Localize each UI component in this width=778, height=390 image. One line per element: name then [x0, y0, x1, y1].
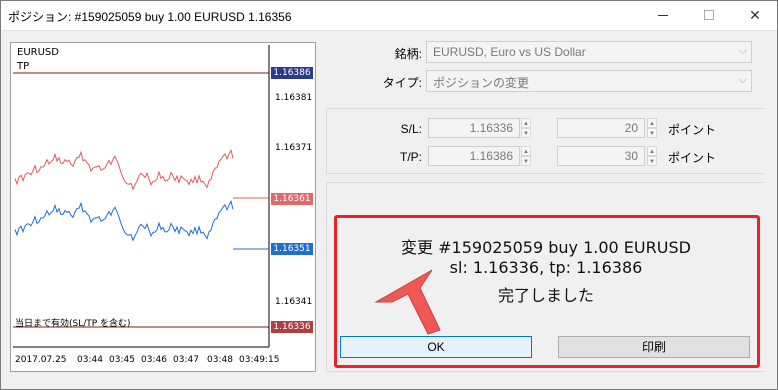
pointer-arrow-icon: [374, 269, 441, 335]
arrow-icon: [374, 269, 441, 335]
